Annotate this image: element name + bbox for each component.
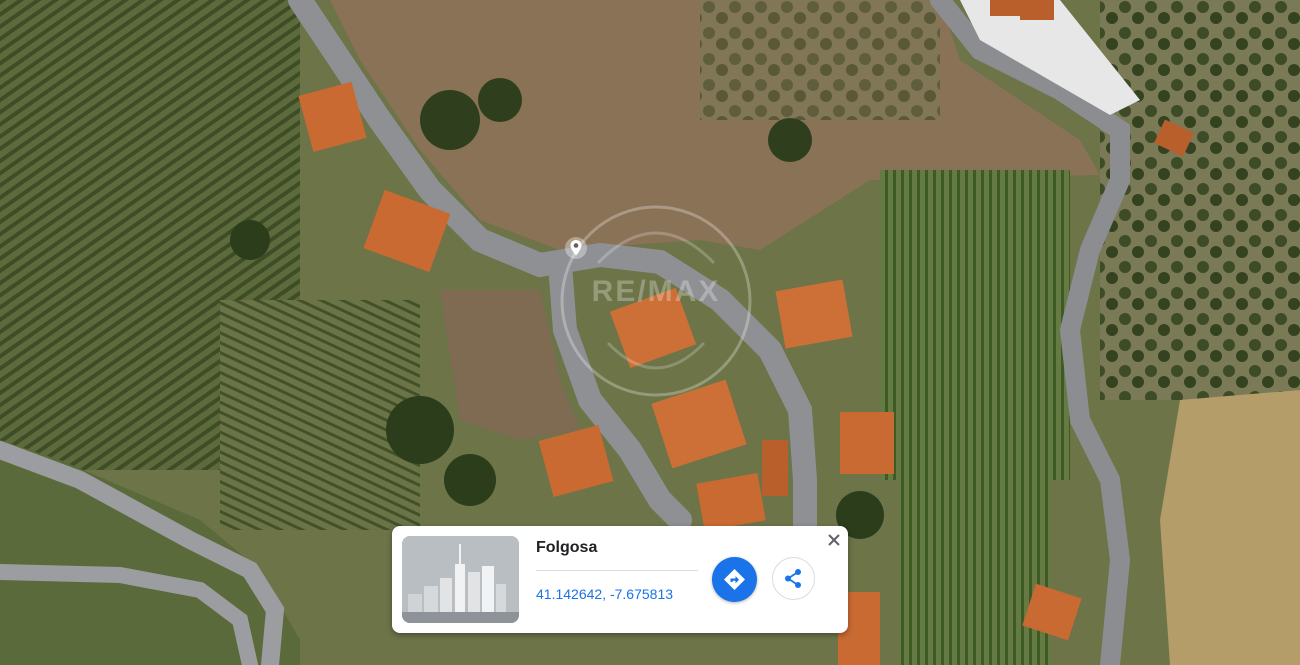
- tree: [230, 220, 270, 260]
- vineyard-southeast: [900, 480, 1050, 665]
- olive-grove-northeast: [700, 0, 940, 120]
- tree: [386, 396, 454, 464]
- directions-button[interactable]: [712, 557, 757, 602]
- building-placeholder-icon: [402, 536, 519, 623]
- rocky-slope: [1160, 390, 1300, 665]
- tree: [444, 454, 496, 506]
- house-roof: [762, 440, 788, 496]
- house-roof: [775, 279, 853, 349]
- close-icon: [828, 534, 840, 546]
- location-pin-icon[interactable]: [564, 236, 588, 260]
- place-title: Folgosa: [536, 539, 598, 556]
- tree: [420, 90, 480, 150]
- vineyard-east: [880, 170, 1070, 480]
- place-coordinates[interactable]: 41.142642, -7.675813: [536, 586, 673, 602]
- house-roof: [990, 0, 1020, 16]
- place-thumbnail[interactable]: [402, 536, 519, 623]
- house-roof: [840, 412, 894, 474]
- olive-grove-east: [1100, 0, 1300, 400]
- tree: [478, 78, 522, 122]
- tree: [768, 118, 812, 162]
- place-info-card: Folgosa 41.142642, -7.675813: [392, 526, 848, 633]
- card-divider: [536, 570, 698, 571]
- close-button[interactable]: [824, 530, 844, 550]
- directions-diamond-icon: [724, 569, 745, 590]
- share-button[interactable]: [772, 557, 815, 600]
- house-roof: [1020, 0, 1054, 20]
- share-icon: [785, 569, 801, 588]
